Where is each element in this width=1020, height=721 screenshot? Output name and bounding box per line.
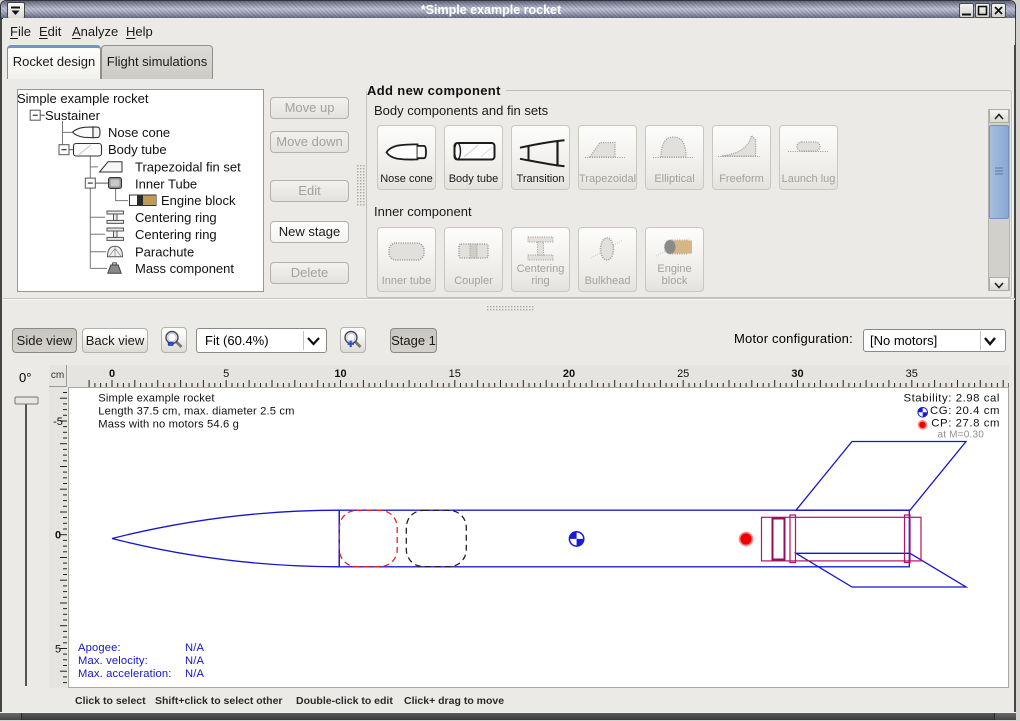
svg-text:Mass with no motors 54.6 g: Mass with no motors 54.6 g [98,418,239,430]
svg-text:Centering ring: Centering ring [135,210,217,225]
svg-text:at M=0.30: at M=0.30 [937,429,984,440]
svg-text:Max. velocity:: Max. velocity: [78,655,148,667]
svg-text:Mass component: Mass component [135,261,234,276]
svg-text:10: 10 [334,368,346,380]
svg-text:Trapezoidal fin set: Trapezoidal fin set [135,160,241,175]
svg-text:CP: 27.8 cm: CP: 27.8 cm [931,418,1000,430]
svg-text:Max. acceleration:: Max. acceleration: [78,668,171,680]
svg-text:Sustainer: Sustainer [45,108,101,123]
svg-text:Parachute: Parachute [135,244,194,259]
svg-text:Centering ring: Centering ring [135,227,217,242]
svg-text:Length 37.5 cm, max. diameter: Length 37.5 cm, max. diameter 2.5 cm [98,405,294,417]
svg-text:0: 0 [55,530,61,542]
svg-text:CG: 20.4 cm: CG: 20.4 cm [930,405,1000,417]
svg-text:Nose cone: Nose cone [108,125,170,140]
svg-text:5: 5 [55,644,61,656]
svg-text:Apogee:: Apogee: [78,642,121,654]
svg-text:20: 20 [563,368,575,380]
svg-text:15: 15 [449,368,461,380]
svg-text:-5: -5 [53,416,63,428]
svg-text:25: 25 [677,368,689,380]
svg-text:Inner Tube: Inner Tube [135,177,197,192]
svg-text:N/A: N/A [185,655,204,667]
svg-text:N/A: N/A [185,668,204,680]
svg-text:Engine block: Engine block [161,193,236,208]
svg-text:Stability: 2.98 cal: Stability: 2.98 cal [903,393,1000,405]
svg-text:35: 35 [906,368,918,380]
svg-text:Body tube: Body tube [108,142,167,157]
svg-text:N/A: N/A [185,642,204,654]
svg-text:0: 0 [109,368,115,380]
svg-text:5: 5 [223,368,229,380]
svg-text:30: 30 [791,368,803,380]
svg-text:Simple example rocket: Simple example rocket [18,91,149,106]
svg-text:Simple example rocket: Simple example rocket [98,392,215,404]
